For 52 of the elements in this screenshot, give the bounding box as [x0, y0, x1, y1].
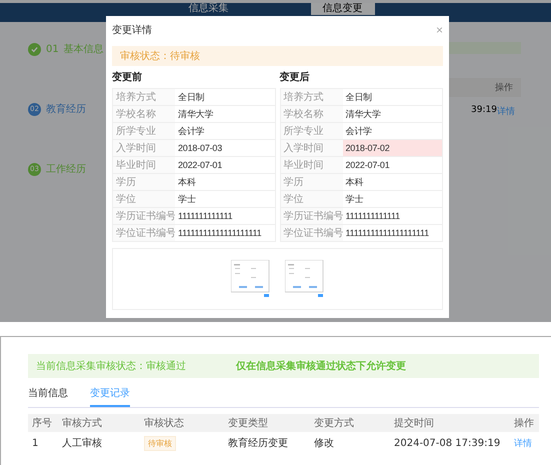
field-value: 2018-07-02 — [342, 140, 442, 156]
field-label: 培养方式 — [113, 89, 175, 105]
table-cell-text: 2024-07-08 17:39:19 — [394, 438, 502, 448]
field-label: 学位证书编号 — [280, 225, 342, 241]
column-header: 变更类型 — [228, 416, 269, 430]
check-icon — [31, 46, 38, 52]
column-header: 审核状态 — [144, 416, 185, 430]
field-label: 学位 — [280, 191, 342, 207]
table-cell-text: 1 — [32, 438, 40, 448]
step-label: 基本信息 — [64, 42, 104, 56]
field-label: 学历证书编号 — [280, 208, 342, 224]
field-label: 学位 — [113, 191, 175, 207]
step-label: 工作经历 — [46, 163, 86, 176]
field-label: 培养方式 — [280, 89, 342, 105]
field-label: 学历 — [113, 174, 175, 190]
nav-tab[interactable]: 信息采集 — [176, 3, 240, 15]
detail-link[interactable]: 详情 — [496, 105, 515, 118]
column-title: 变更后 — [280, 70, 310, 84]
detail-link[interactable]: 详情 — [514, 436, 539, 450]
notice-text: 仅在信息采集审核通过状态下允许变更 — [236, 359, 406, 373]
field-label: 学历证书编号 — [113, 208, 175, 224]
status-tag: 待审核 — [144, 436, 176, 450]
column-header: 变更方式 — [314, 416, 355, 430]
field-label: 所学专业 — [280, 123, 342, 139]
field-label: 学校名称 — [280, 106, 342, 122]
field-label: 学历 — [280, 174, 342, 190]
field-label: 学位证书编号 — [113, 225, 175, 241]
status-notice: 审核状态：待审核 — [112, 46, 443, 66]
status-text: 当前信息采集审核状态：审核通过 — [36, 360, 186, 373]
table-cell-text: 39:19 — [471, 105, 497, 117]
tab[interactable]: 变更记录 — [90, 382, 130, 407]
field-label: 毕业时间 — [280, 157, 342, 173]
tab[interactable]: 当前信息 — [28, 382, 68, 407]
field-label: 入学时间 — [113, 140, 175, 156]
column-header: 操作 — [514, 417, 535, 430]
step-number: 01 — [46, 44, 59, 54]
column-title: 变更前 — [112, 70, 143, 84]
column-header: 操作 — [495, 82, 513, 94]
modal-title: 变更详情 — [112, 24, 152, 37]
field-label: 学校名称 — [113, 106, 175, 122]
field-label: 毕业时间 — [113, 157, 175, 173]
field-label: 所学专业 — [113, 123, 175, 139]
nav-tab[interactable]: 信息变更 — [310, 3, 374, 15]
table-cell-text: 修改 — [314, 437, 335, 450]
column-header: 提交时间 — [394, 416, 435, 430]
column-header: 序号 — [32, 416, 53, 430]
table-cell-text: 人工审核 — [62, 436, 103, 450]
step-label: 教育经历 — [46, 102, 86, 116]
field-label: 入学时间 — [280, 140, 342, 156]
column-header: 审核方式 — [62, 416, 103, 430]
table-cell-text: 教育经历变更 — [228, 436, 289, 450]
close-button[interactable]: × — [436, 23, 443, 37]
